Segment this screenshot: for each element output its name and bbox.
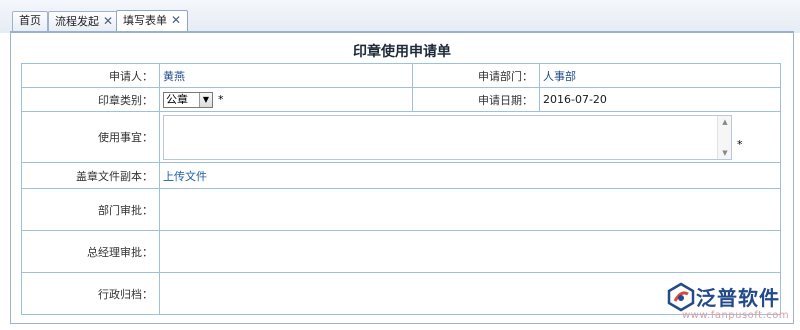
watermark-logo: 泛普软件 www.fanpusoft.com	[662, 276, 798, 328]
seal-type-cell: 公章 ▼ *	[159, 87, 413, 112]
chevron-down-icon[interactable]: ▼	[199, 92, 212, 107]
applicant-label: 申请人：	[21, 63, 160, 88]
seal-type-selected: 公章	[166, 92, 188, 106]
department-value: 人事部	[539, 63, 781, 88]
close-icon[interactable]: ✕	[103, 14, 113, 28]
close-icon[interactable]: ✕	[171, 13, 181, 27]
tab-bar: 首页 流程发起 ✕ 填写表单 ✕	[0, 0, 800, 33]
seal-type-label: 印章类别：	[21, 87, 160, 112]
brand-url: www.fanpusoft.com	[682, 310, 790, 321]
gm-review-field[interactable]	[159, 230, 781, 273]
purpose-textarea[interactable]: ▲ ▼	[163, 114, 732, 160]
tab-fill-form[interactable]: 填写表单 ✕	[116, 10, 189, 32]
applicant-value: 黄燕	[159, 63, 413, 88]
tab-fill-form-label: 填写表单	[123, 14, 167, 27]
brand-name: 泛普软件	[696, 286, 780, 310]
file-copy-cell: 上传文件	[159, 162, 781, 189]
tab-process-start-label: 流程发起	[55, 15, 99, 28]
gm-review-label: 总经理审批：	[21, 230, 160, 273]
purpose-label: 使用事宜：	[21, 111, 160, 163]
purpose-cell: ▲ ▼ *	[159, 111, 781, 163]
archive-label: 行政归档：	[21, 272, 160, 315]
page-title: 印章使用申请单	[353, 44, 451, 60]
scroll-up-icon[interactable]: ▲	[718, 118, 732, 126]
tab-home-label: 首页	[19, 14, 41, 27]
seal-type-select[interactable]: 公章 ▼	[163, 91, 213, 108]
apply-date-value: 2016-07-20	[539, 87, 781, 112]
department-label: 申请部门：	[412, 63, 540, 88]
tab-process-start[interactable]: 流程发起 ✕	[48, 11, 121, 31]
required-mark: *	[737, 138, 743, 151]
required-mark: *	[218, 92, 224, 106]
brand-logo-icon	[667, 282, 695, 312]
scroll-down-icon[interactable]: ▼	[718, 149, 732, 157]
dept-review-field[interactable]	[159, 188, 781, 231]
textarea-scrollbar[interactable]: ▲ ▼	[717, 115, 732, 159]
dept-review-label: 部门审批：	[21, 188, 160, 231]
file-copy-label: 盖章文件副本：	[21, 162, 160, 189]
tab-home[interactable]: 首页	[12, 11, 48, 31]
apply-date-label: 申请日期：	[412, 87, 540, 112]
upload-file-link[interactable]: 上传文件	[163, 170, 207, 183]
